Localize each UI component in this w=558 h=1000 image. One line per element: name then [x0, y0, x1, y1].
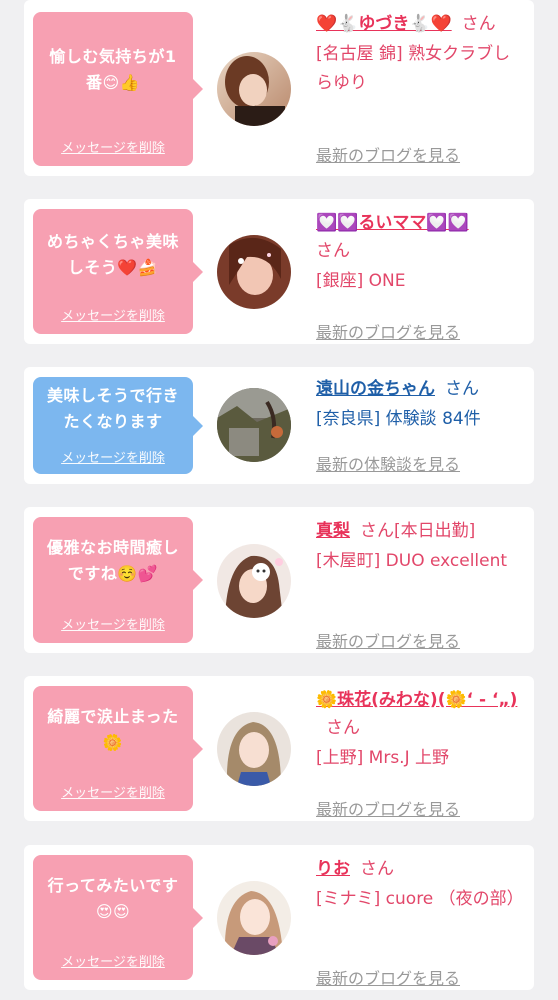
- sender-info: 🌼珠花(みわな)(🌼‘ - ‘„) さん [上野] Mrs.J 上野 最新のブログ…: [316, 686, 522, 819]
- sender-name-link[interactable]: 💟💟るいママ💟💟: [316, 213, 469, 233]
- message-card: 綺麗で涙止まった🌼 メッセージを削除 🌼珠花(みわな)(🌼‘ - ‘„) さん […: [24, 676, 534, 821]
- store-label: [銀座] ONE: [316, 271, 406, 291]
- message-text: めちゃくちゃ美味しそう❤️🍰: [46, 232, 179, 277]
- message-card: 美味しそうで行きたくなります メッセージを削除 遠山の金ちゃん さん [奈良県] …: [24, 367, 534, 484]
- delete-message-link[interactable]: メッセージを削除: [33, 614, 193, 633]
- sender-info: ❤️🐇ゆづき🐇❤️ さん [名古屋 錦] 熟女クラブしらゆり 最新のブログを見る: [316, 10, 522, 165]
- sender-name-link[interactable]: 真梨: [316, 521, 350, 541]
- delete-message-link[interactable]: メッセージを削除: [33, 447, 193, 466]
- avatar[interactable]: [217, 881, 291, 955]
- honorific: さん: [445, 379, 479, 399]
- message-text: 行ってみたいです😍😍: [47, 876, 179, 921]
- message-card: 優雅なお時間癒しですね☺️💕 メッセージを削除 真梨 さん[本日出勤] [木屋町]…: [24, 507, 534, 653]
- delete-message-link[interactable]: メッセージを削除: [33, 137, 193, 156]
- store-label: [名古屋 錦] 熟女クラブしらゆり: [316, 44, 511, 93]
- sender-info: りお さん [ミナミ] cuore （夜の部） 最新のブログを見る: [316, 855, 524, 988]
- honorific: さん: [326, 718, 360, 738]
- avatar[interactable]: [217, 52, 291, 126]
- honorific: さん: [360, 859, 394, 879]
- sender-info: 遠山の金ちゃん さん [奈良県] 体験談 84件 最新の体験談を見る: [316, 375, 522, 474]
- message-bubble: 行ってみたいです😍😍 メッセージを削除: [33, 855, 203, 980]
- delete-message-link[interactable]: メッセージを削除: [33, 782, 193, 801]
- message-text: 愉しむ気持ちが1番😊👍: [49, 47, 177, 92]
- store-label: [ミナミ] cuore （夜の部）: [316, 889, 524, 909]
- message-card: めちゃくちゃ美味しそう❤️🍰 メッセージを削除 💟💟るいママ💟💟 さん [銀座]…: [24, 199, 534, 344]
- message-bubble: 愉しむ気持ちが1番😊👍 メッセージを削除: [33, 12, 203, 166]
- message-bubble: 綺麗で涙止まった🌼 メッセージを削除: [33, 686, 203, 811]
- message-bubble: 優雅なお時間癒しですね☺️💕 メッセージを削除: [33, 517, 203, 643]
- store-label: [奈良県] 体験談 84件: [316, 409, 481, 429]
- message-bubble: 美味しそうで行きたくなります メッセージを削除: [33, 377, 203, 474]
- store-label: [上野] Mrs.J 上野: [316, 748, 450, 768]
- sender-name-link[interactable]: 遠山の金ちゃん: [316, 379, 435, 399]
- honorific: さん[本日出勤]: [360, 521, 476, 541]
- sender-name-link[interactable]: 🌼珠花(みわな)(🌼‘ - ‘„): [316, 690, 517, 710]
- avatar[interactable]: [217, 712, 291, 786]
- honorific: さん: [461, 14, 496, 34]
- sender-name-link[interactable]: ❤️🐇ゆづき🐇❤️: [316, 14, 452, 34]
- latest-blog-link[interactable]: 最新のブログを見る: [316, 628, 460, 652]
- latest-blog-link[interactable]: 最新のブログを見る: [316, 796, 460, 820]
- message-text: 美味しそうで行きたくなります: [46, 386, 179, 431]
- store-label: [木屋町] DUO excellent: [316, 551, 508, 571]
- avatar[interactable]: [217, 235, 291, 309]
- sender-name-link[interactable]: りお: [316, 859, 350, 879]
- message-text: 優雅なお時間癒しですね☺️💕: [46, 538, 179, 583]
- latest-review-link[interactable]: 最新の体験談を見る: [316, 451, 460, 475]
- message-bubble: めちゃくちゃ美味しそう❤️🍰 メッセージを削除: [33, 209, 203, 334]
- latest-blog-link[interactable]: 最新のブログを見る: [316, 142, 460, 166]
- sender-info: 真梨 さん[本日出勤] [木屋町] DUO excellent 最新のブログを見る: [316, 517, 522, 651]
- honorific: さん: [316, 241, 350, 261]
- latest-blog-link[interactable]: 最新のブログを見る: [316, 965, 460, 989]
- avatar[interactable]: [217, 388, 291, 462]
- message-text: 綺麗で涙止まった🌼: [47, 707, 179, 752]
- avatar[interactable]: [217, 544, 291, 618]
- sender-info: 💟💟るいママ💟💟 さん [銀座] ONE 最新のブログを見る: [316, 209, 522, 342]
- delete-message-link[interactable]: メッセージを削除: [33, 951, 193, 970]
- message-card: 愉しむ気持ちが1番😊👍 メッセージを削除 ❤️🐇ゆづき🐇❤️ さん [名古屋 錦]…: [24, 0, 534, 176]
- delete-message-link[interactable]: メッセージを削除: [33, 305, 193, 324]
- latest-blog-link[interactable]: 最新のブログを見る: [316, 319, 460, 343]
- message-card: 行ってみたいです😍😍 メッセージを削除 りお さん [ミナミ] cuore （夜の…: [24, 845, 534, 990]
